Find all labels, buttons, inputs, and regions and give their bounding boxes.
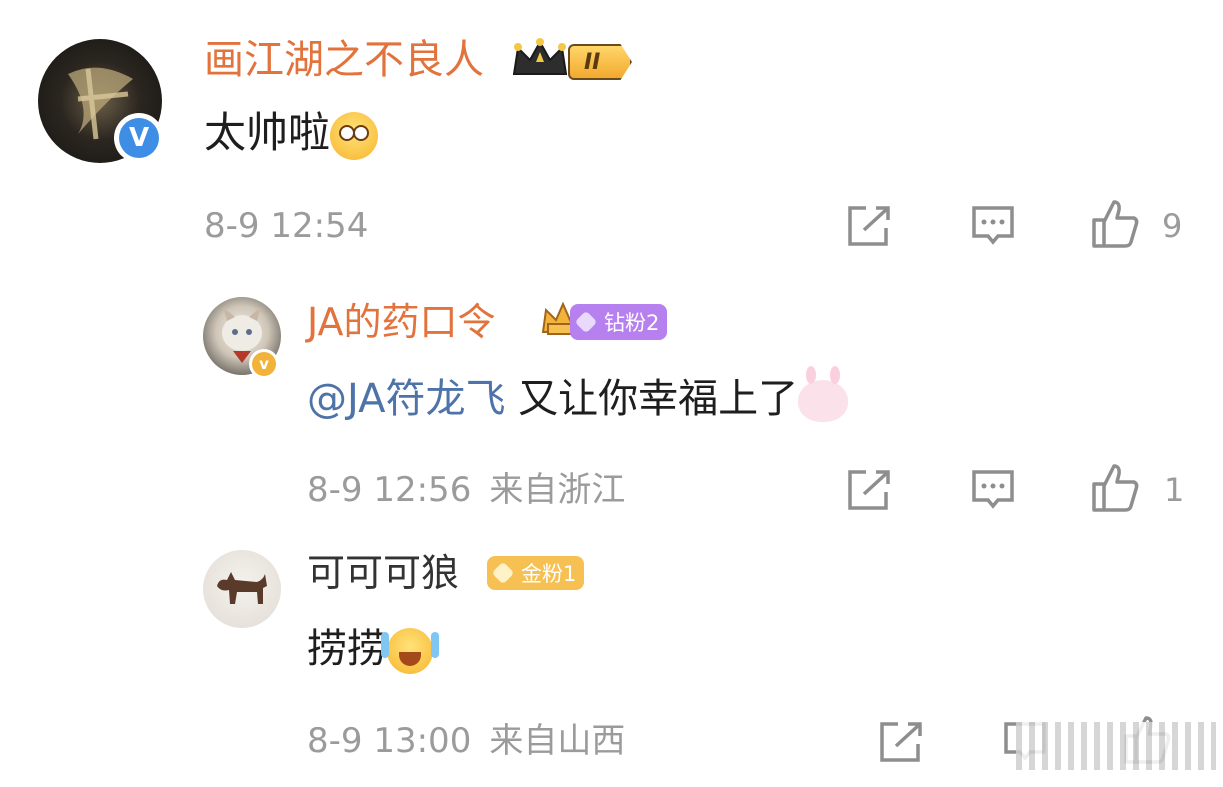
location: 来自山西 <box>489 721 626 761</box>
location: 来自浙江 <box>489 470 626 510</box>
share-icon[interactable] <box>878 720 924 764</box>
rank-badge: II <box>568 44 632 80</box>
share-icon[interactable] <box>846 468 892 512</box>
timestamp: 8-9 12:56 <box>307 470 472 510</box>
share-icon[interactable] <box>846 204 892 248</box>
verified-badge: V <box>114 113 164 163</box>
like-icon[interactable] <box>1090 198 1140 250</box>
comment-body: 捞捞 <box>307 626 387 672</box>
laugh-emoji-icon <box>381 628 433 674</box>
like-count: 9 <box>1162 207 1183 245</box>
bunny-emoji-icon <box>798 366 849 422</box>
comment-body: 又让你幸福上了 <box>505 376 799 422</box>
comment-meta: 8-9 12:54 <box>204 206 368 246</box>
like-icon[interactable] <box>1090 462 1140 514</box>
dog-avatar-icon <box>217 572 267 604</box>
verified-mark: v <box>252 352 276 376</box>
watermark-overlay <box>1016 722 1216 770</box>
wow-emoji-icon <box>330 111 379 160</box>
fan-badge-label: 金粉1 <box>521 562 577 586</box>
username[interactable]: 可可可狼 <box>307 549 459 597</box>
timestamp: 8-9 13:00 <box>307 721 472 761</box>
username[interactable]: JA的药口令 <box>307 298 496 346</box>
comment-body: 太帅啦 <box>204 108 331 157</box>
fan-badge-label: 钻粉2 <box>604 311 660 335</box>
comment-meta: 8-9 13:00 来自山西 <box>307 721 625 761</box>
mention-link[interactable]: @JA符龙飞 <box>307 376 505 422</box>
timestamp: 8-9 12:54 <box>204 206 369 246</box>
comment-icon[interactable] <box>970 468 1016 512</box>
diamond-icon <box>574 310 598 334</box>
gold-gem-icon <box>491 561 515 585</box>
comment-icon[interactable] <box>970 204 1016 248</box>
avatar[interactable] <box>203 550 281 628</box>
fan-badge: 金粉1 <box>487 556 585 590</box>
comment-text: 太帅啦 <box>204 108 379 160</box>
username[interactable]: 画江湖之不良人 <box>204 36 484 84</box>
like-count: 1 <box>1164 471 1185 509</box>
comment-meta: 8-9 12:56 来自浙江 <box>307 470 625 510</box>
verified-badge: v <box>249 349 279 379</box>
fan-badge: 钻粉2 <box>570 304 668 340</box>
comment-text: @JA符龙飞 又让你幸福上了 <box>307 366 849 424</box>
comment-text: 捞捞 <box>307 624 433 674</box>
verified-mark: V <box>119 118 159 158</box>
